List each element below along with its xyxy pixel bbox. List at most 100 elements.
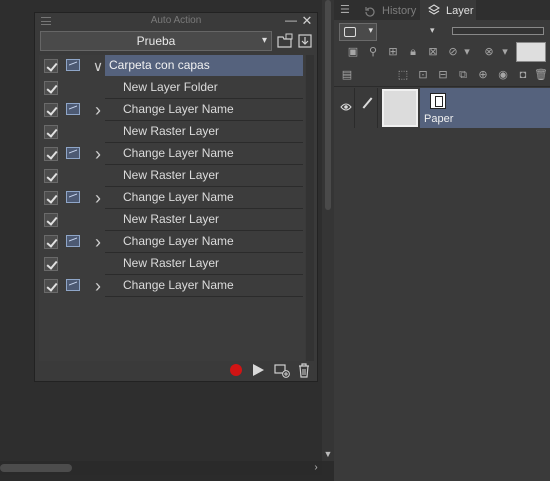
action-label: Change Layer Name [105,275,303,297]
action-row[interactable]: › Change Layer Name [39,187,305,209]
divider [334,86,550,87]
canvas-vertical-scrollbar[interactable]: ▼ [322,0,334,461]
layer-color-swatch[interactable] [516,42,546,62]
tab-history[interactable]: History [356,2,418,20]
new-vector-layer-icon[interactable]: ⊡ [416,68,430,82]
new-raster-layer-icon[interactable]: ⬚ [396,68,410,82]
apply-mask-icon[interactable]: ◘ [516,68,530,82]
dialog-toggle-icon[interactable] [66,59,80,71]
scroll-down-arrow-icon[interactable]: ▼ [322,447,334,461]
auto-action-titlebar[interactable]: Auto Action — ✕ [35,13,317,29]
action-row[interactable]: New Layer Folder [39,77,305,99]
bottom-strip [0,475,334,481]
layer-row[interactable]: Paper [334,88,550,128]
enable-checkbox[interactable] [44,235,58,249]
panel-list-icon[interactable]: ▤ [340,68,354,82]
history-icon [365,7,375,17]
layer-thumbnail[interactable] [382,89,418,127]
canvas-vertical-scroll-thumb[interactable] [325,0,331,210]
import-icon[interactable] [296,32,314,50]
dialog-toggle-icon[interactable] [66,191,80,203]
action-row[interactable]: › Change Layer Name [39,143,305,165]
layer-panel-tabbar: ☰ History Layer [334,0,550,20]
close-icon[interactable]: ✕ [301,13,313,29]
auto-action-scrollbar[interactable] [306,55,314,361]
duplicate-layer-icon[interactable]: ⧉ [456,68,470,82]
opacity-slider[interactable] [452,27,544,35]
action-row[interactable]: New Raster Layer [39,209,305,231]
merge-down-icon[interactable]: ⊕ [476,68,490,82]
enable-checkbox[interactable] [44,279,58,293]
panel-menu-icon[interactable]: ☰ [340,3,350,16]
canvas-horizontal-scroll-thumb[interactable] [0,464,72,472]
minimize-icon[interactable]: — [285,13,297,29]
action-row[interactable]: › Change Layer Name [39,231,305,253]
chevron-down-icon: ▾ [368,25,373,35]
draft-icon[interactable]: ⊞ [386,45,400,59]
reference-icon[interactable]: ⚲ [366,45,380,59]
add-command-icon[interactable] [274,363,290,378]
enable-checkbox[interactable] [44,81,58,95]
new-folder-icon[interactable]: ⊟ [436,68,450,82]
enable-checkbox[interactable] [44,147,58,161]
edit-target-column[interactable] [354,88,378,128]
dialog-toggle-icon[interactable] [66,147,80,159]
play-button[interactable] [253,364,264,376]
chevron-down-icon[interactable]: ▾ [430,25,435,36]
chevron-right-icon[interactable]: › [91,144,105,164]
action-row[interactable]: New Raster Layer [39,165,305,187]
tab-layer[interactable]: Layer [420,0,476,20]
lock-icon[interactable]: 🔒︎ [406,45,420,59]
trash-icon[interactable] [297,363,311,378]
enable-checkbox[interactable] [44,191,58,205]
paper-layer-icon [430,93,446,109]
pen-icon [362,97,373,109]
clip-icon[interactable]: ▣ [346,45,360,59]
action-label: Change Layer Name [105,231,303,253]
ruler-icon[interactable]: ⊗ [482,45,496,59]
chevron-right-icon[interactable]: › [91,232,105,252]
auto-action-footer [39,361,314,381]
blend-mode-icon [344,27,356,37]
action-row[interactable]: New Raster Layer [39,253,305,275]
dialog-toggle-icon[interactable] [66,235,80,247]
action-row[interactable]: › Change Layer Name [39,99,305,121]
trash-icon[interactable]: 🗑︎ [534,68,548,82]
eye-icon[interactable] [340,102,352,112]
enable-checkbox[interactable] [44,59,58,73]
enable-checkbox[interactable] [44,125,58,139]
chevron-right-icon[interactable]: › [91,100,105,120]
chevron-down-icon: ▾ [261,35,267,46]
auto-action-title: Auto Action [150,15,202,26]
open-folder-icon[interactable] [276,32,294,50]
layer-info[interactable]: Paper [420,88,550,128]
blend-mode-select[interactable]: ▾ [339,23,377,41]
layer-property-toolbar: ▣ ⚲ ⊞ 🔒︎ ⊠ ⊘ ▾ ⊗ ▾ [334,42,550,62]
auto-action-set-value: Prueba [136,34,176,48]
chevron-down-icon[interactable]: ▾ [498,45,512,59]
auto-action-list: ∨ Carpeta con capas New Layer Folder › Chang… [39,55,305,361]
enable-checkbox[interactable] [44,103,58,117]
action-label: Change Layer Name [105,143,303,165]
mask-icon[interactable]: ⊘ [446,45,460,59]
canvas-horizontal-scrollbar[interactable]: › [0,461,322,475]
action-row[interactable]: ∨ Carpeta con capas [39,55,305,77]
enable-checkbox[interactable] [44,257,58,271]
enable-checkbox[interactable] [44,213,58,227]
chevron-down-icon[interactable]: ▾ [460,45,474,59]
action-label: New Raster Layer [105,209,303,231]
chevron-right-icon[interactable]: › [91,276,105,296]
scroll-right-arrow-icon[interactable]: › [310,461,322,475]
record-button[interactable] [230,364,242,376]
action-row[interactable]: › Change Layer Name [39,275,305,297]
enable-checkbox[interactable] [44,169,58,183]
dialog-toggle-icon[interactable] [66,103,80,115]
action-label: Change Layer Name [105,99,303,121]
lock-transparency-icon[interactable]: ⊠ [426,45,440,59]
action-row[interactable]: New Raster Layer [39,121,305,143]
layer-mask-icon[interactable]: ◉ [496,68,510,82]
dialog-toggle-icon[interactable] [66,279,80,291]
chevron-down-icon[interactable]: ∨ [91,56,105,76]
auto-action-set-select[interactable]: Prueba ▾ [40,31,272,51]
chevron-right-icon[interactable]: › [91,188,105,208]
